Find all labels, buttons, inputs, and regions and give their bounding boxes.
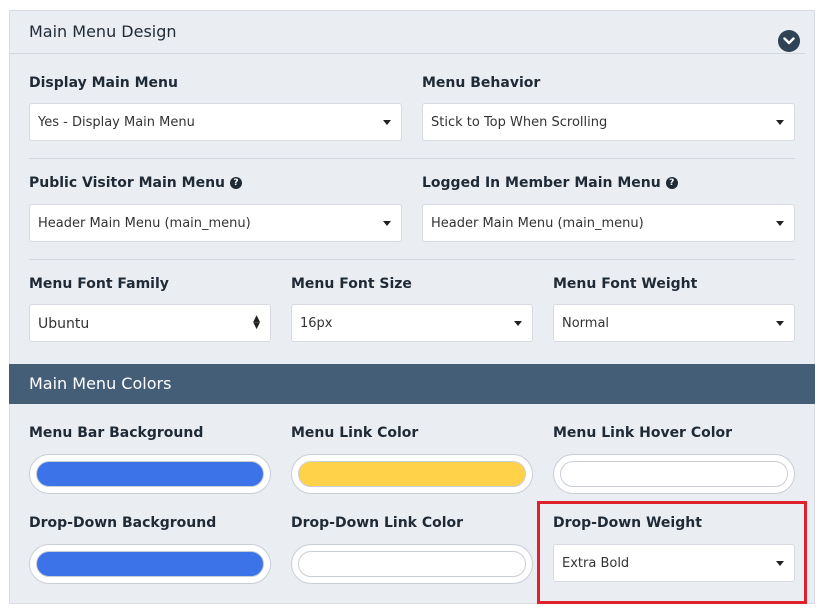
- font-size-select[interactable]: 16px: [291, 304, 533, 342]
- chevron-down-icon: [783, 37, 795, 45]
- caret-down-icon: [776, 321, 784, 326]
- select-value: 16px: [300, 316, 333, 331]
- font-weight-label: Menu Font Weight: [553, 276, 698, 292]
- help-icon[interactable]: ?: [665, 177, 678, 189]
- highlight-box: [537, 501, 807, 604]
- caret-down-icon: [514, 321, 522, 326]
- section-header: Main Menu Design: [10, 10, 805, 54]
- menu-link-color-label: Menu Link Color: [291, 425, 419, 441]
- font-family-label: Menu Font Family: [29, 276, 169, 292]
- dropdown-link-color-picker[interactable]: [291, 544, 533, 584]
- select-value: Normal: [562, 316, 610, 331]
- menu-bar-bg-color-picker[interactable]: [29, 454, 271, 494]
- menu-behavior-label: Menu Behavior: [422, 75, 541, 91]
- menu-link-color-picker[interactable]: [291, 454, 533, 494]
- select-value: Ubuntu: [38, 316, 90, 332]
- select-value: Yes - Display Main Menu: [38, 115, 195, 130]
- caret-down-icon: [776, 120, 784, 125]
- menu-behavior-select[interactable]: Stick to Top When Scrolling: [422, 103, 795, 141]
- select-value: Header Main Menu (main_menu): [431, 216, 644, 231]
- dropdown-bg-color-picker[interactable]: [29, 544, 271, 584]
- color-swatch: [560, 461, 788, 487]
- font-size-label: Menu Font Size: [291, 276, 412, 292]
- menu-link-hover-color-picker[interactable]: [553, 454, 795, 494]
- color-swatch: [36, 461, 264, 487]
- section-title: Main Menu Design: [29, 22, 177, 41]
- sort-arrows-icon: ▲ ▼: [253, 314, 260, 331]
- collapse-button[interactable]: [778, 30, 800, 52]
- select-value: Header Main Menu (main_menu): [38, 216, 251, 231]
- display-main-menu-select[interactable]: Yes - Display Main Menu: [29, 103, 402, 141]
- menu-link-hover-label: Menu Link Hover Color: [553, 425, 733, 441]
- label-text: Public Visitor Main Menu: [29, 175, 226, 191]
- label-text: Logged In Member Main Menu: [422, 175, 661, 191]
- public-visitor-menu-select[interactable]: Header Main Menu (main_menu): [29, 204, 402, 242]
- color-swatch: [298, 551, 526, 577]
- logged-in-menu-select[interactable]: Header Main Menu (main_menu): [422, 204, 795, 242]
- font-weight-select[interactable]: Normal: [553, 304, 795, 342]
- colors-section-title: Main Menu Colors: [29, 374, 172, 393]
- logged-in-menu-label: Logged In Member Main Menu?: [422, 175, 678, 191]
- public-visitor-menu-label: Public Visitor Main Menu?: [29, 175, 243, 191]
- caret-down-icon: [776, 221, 784, 226]
- caret-down-icon: [383, 120, 391, 125]
- divider: [29, 158, 795, 159]
- display-main-menu-label: Display Main Menu: [29, 75, 178, 91]
- select-value: Stick to Top When Scrolling: [431, 115, 608, 130]
- help-icon[interactable]: ?: [230, 177, 243, 189]
- dropdown-link-color-label: Drop-Down Link Color: [291, 515, 464, 531]
- color-swatch: [36, 551, 264, 577]
- dropdown-bg-label: Drop-Down Background: [29, 515, 217, 531]
- font-family-select[interactable]: Ubuntu ▲ ▼: [29, 304, 271, 342]
- caret-down-icon: [383, 221, 391, 226]
- menu-bar-bg-label: Menu Bar Background: [29, 425, 204, 441]
- color-swatch: [298, 461, 526, 487]
- colors-section-header: Main Menu Colors: [9, 364, 815, 404]
- divider: [29, 259, 795, 260]
